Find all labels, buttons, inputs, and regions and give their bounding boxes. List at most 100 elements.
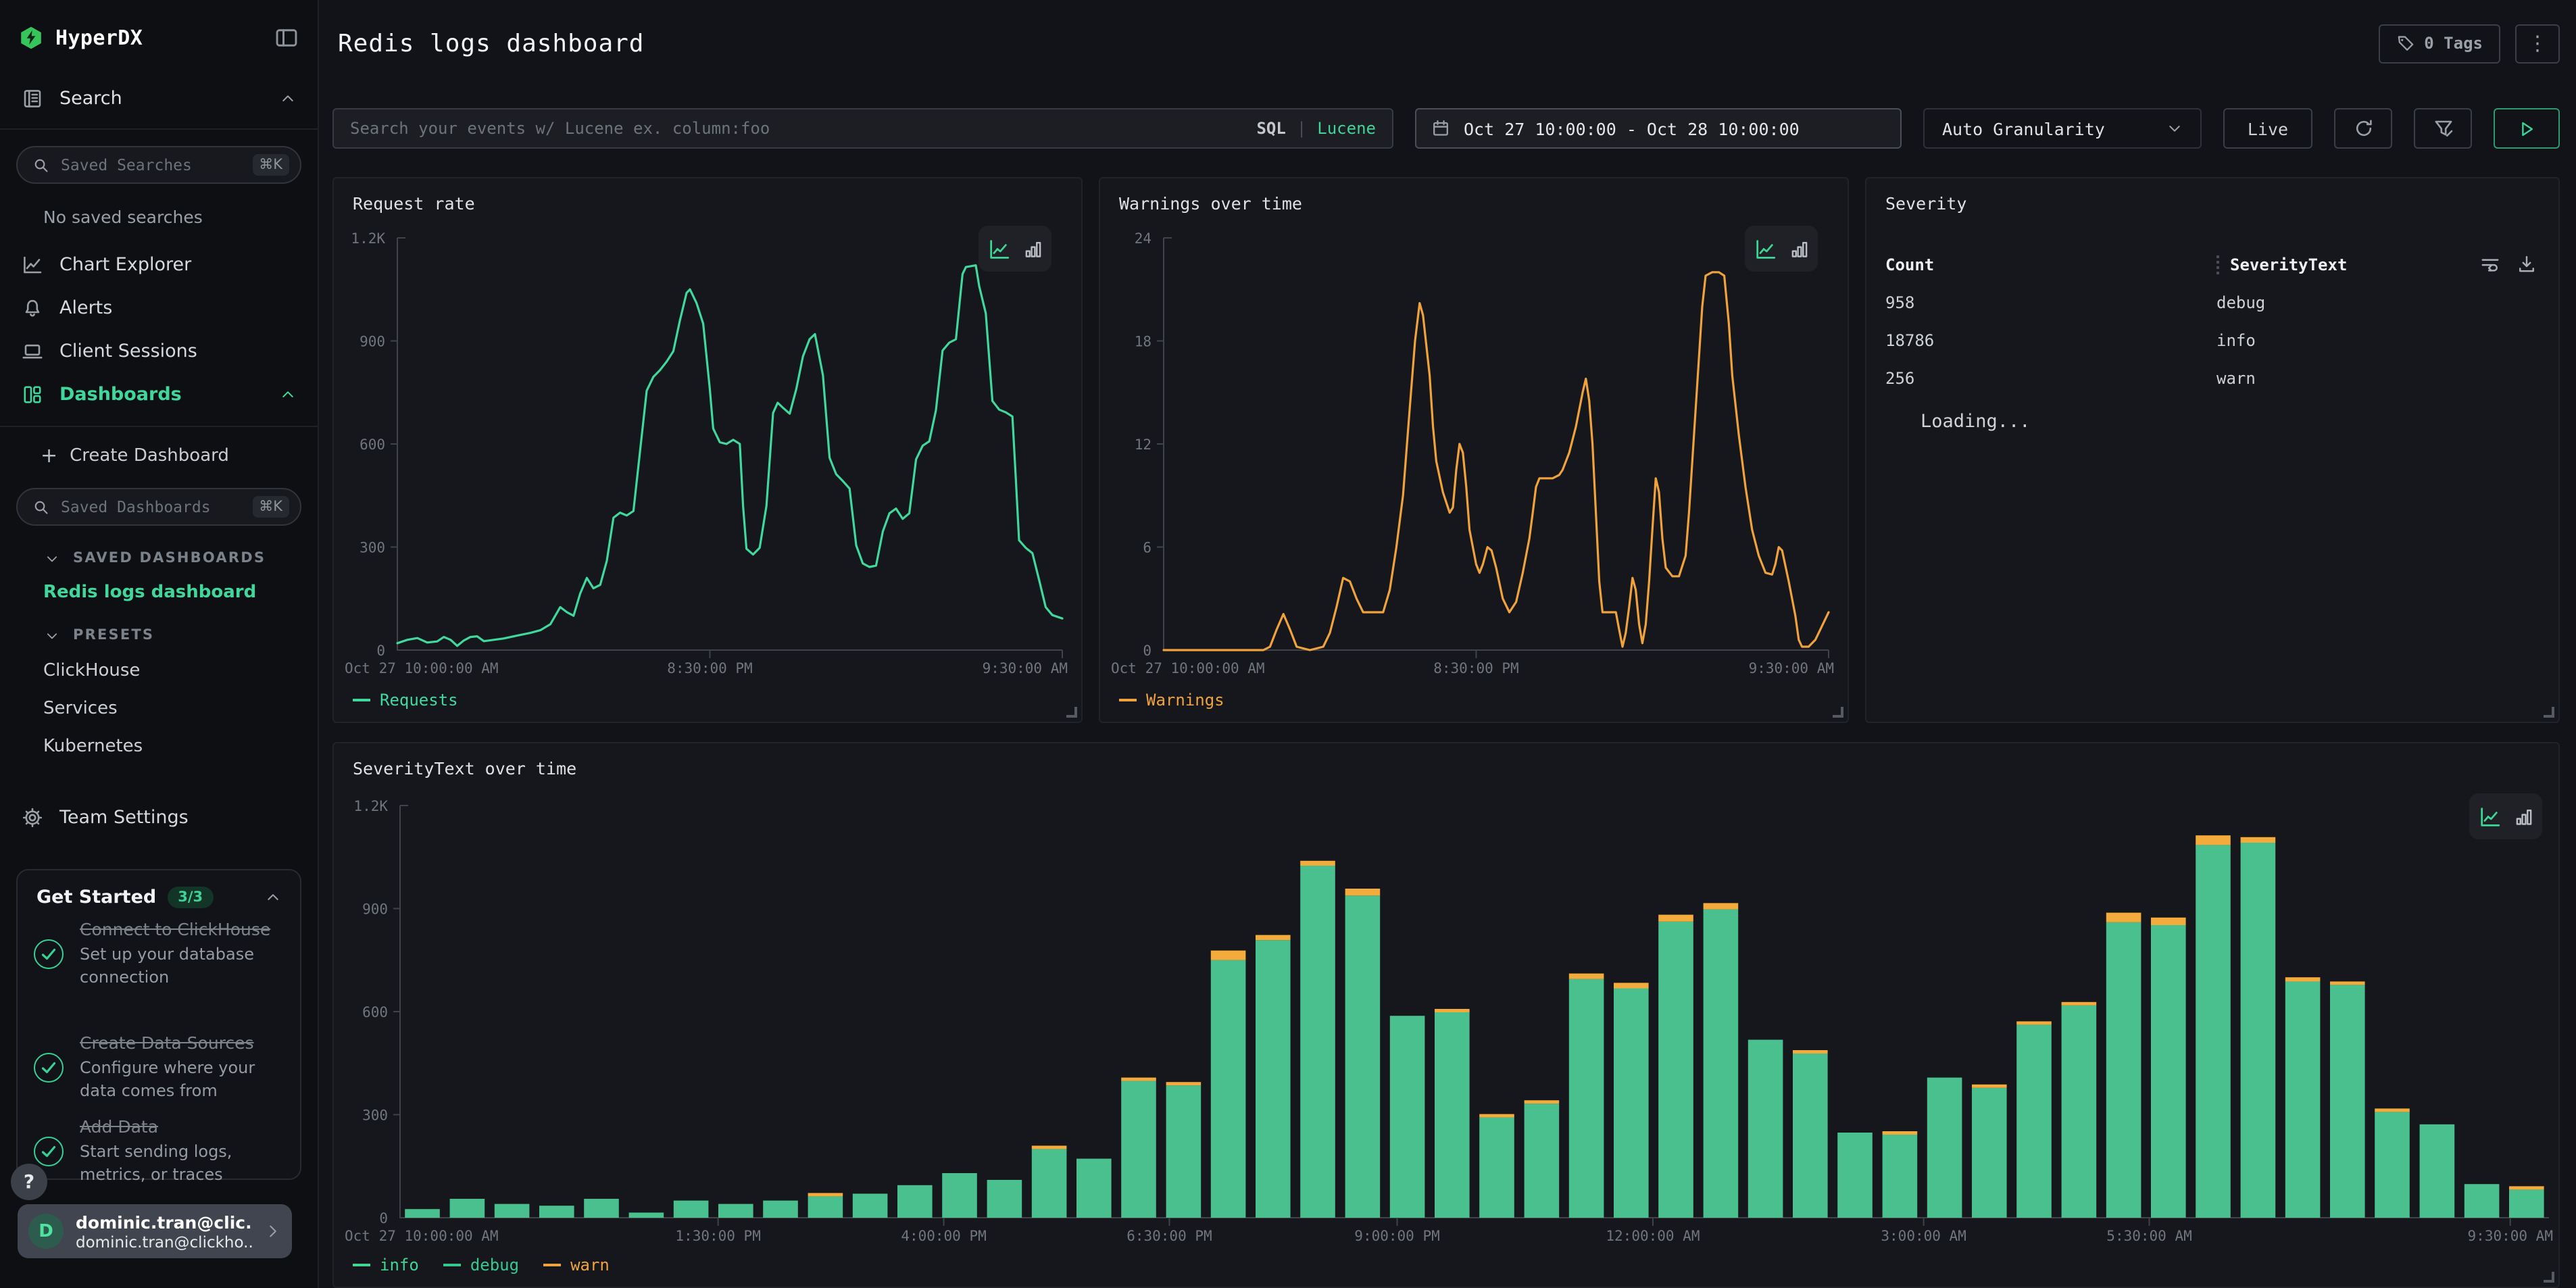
chart-type-toggle [2469,793,2542,839]
sidebar-item-services[interactable]: Services [43,699,318,719]
cell-severitytext: debug [2216,293,2265,312]
tag-icon [2396,34,2414,53]
presets-header[interactable]: PRESETS [45,627,318,643]
get-started-item[interactable]: Create Data SourcesConfigure where your … [34,1033,289,1102]
collapse-sidebar-icon[interactable] [274,26,299,50]
legend-item-debug[interactable]: debug [443,1256,519,1274]
sidebar-item-label: Client Sessions [59,341,296,362]
legend-dash [443,1264,461,1266]
sidebar-item-client-sessions[interactable]: Client Sessions [0,330,318,373]
chart-plot-area[interactable]: 1.2K9006003000Oct 27 10:00:00 AM1:30:00 … [334,743,2560,1284]
sidebar-item-team-settings[interactable]: Team Settings [0,797,318,838]
saved-dashboards-header[interactable]: SAVED DASHBOARDS [45,550,318,566]
tags-button[interactable]: 0 Tags [2378,24,2500,63]
sidebar-item-label: Chart Explorer [59,254,296,276]
loading-text: Loading... [1921,411,2031,432]
granularity-select[interactable]: Auto Granularity [1923,108,2202,149]
table-row[interactable]: 18786info [1885,331,2540,350]
chevron-down-icon [45,551,59,566]
sidebar: HyperDX Search Saved Searches ⌘K No save… [0,0,319,1288]
panel-warnings-over-time: Warnings over time24181260Oct 27 10:00:0… [1099,177,1849,723]
sidebar-item-alerts[interactable]: Alerts [0,287,318,330]
gear-icon [22,807,43,828]
line-chart-icon[interactable] [987,237,1010,260]
dashboard-menu-button[interactable]: ⋮ [2515,24,2560,63]
sidebar-item-clickhouse[interactable]: ClickHouse [43,661,318,681]
chevron-up-icon[interactable] [280,387,296,403]
wrap-text-icon[interactable] [2480,254,2500,274]
sidebar-item-redis-dashboard[interactable]: Redis logs dashboard [43,583,318,603]
chevron-up-icon[interactable] [265,889,281,906]
create-dashboard-button[interactable]: + Create Dashboard [41,439,318,472]
chevron-right-icon [265,1223,281,1239]
tags-label: 0 Tags [2424,34,2483,53]
legend-item-info[interactable]: info [353,1256,419,1274]
sidebar-item-chart-explorer[interactable]: Chart Explorer [0,243,318,287]
lucene-mode-toggle[interactable]: Lucene [1317,119,1376,138]
bar-chart-icon[interactable] [1022,239,1043,259]
legend-item-warnings[interactable]: Warnings [1119,691,1224,710]
get-started-item-text: Create Data SourcesConfigure where your … [80,1033,289,1102]
date-range-value: Oct 27 10:00:00 - Oct 28 10:00:00 [1464,118,1800,139]
team-settings-label: Team Settings [59,807,189,828]
svg-text:12:00:00 AM: 12:00:00 AM [1606,1228,1700,1244]
page-title: Redis logs dashboard [338,29,645,57]
legend-item-warn[interactable]: warn [543,1256,610,1274]
column-resize-handle[interactable] [2216,255,2219,274]
chevron-up-icon[interactable] [280,91,296,107]
chart-icon [22,254,43,276]
table-row[interactable]: 256warn [1885,369,2540,388]
search-icon [32,156,50,174]
event-search-input[interactable]: Search your events w/ Lucene ex. column:… [332,108,1393,149]
kbd-shortcut: ⌘K [252,154,289,176]
chart-title: Severity [1885,193,1966,214]
bar-chart-icon[interactable] [1789,239,1809,259]
play-icon [2517,118,2537,139]
get-started-item-title: Add Data [80,1116,289,1139]
get-started-item-text: Add DataStart sending logs, metrics, or … [80,1116,289,1186]
svg-text:6: 6 [1143,540,1151,556]
chevron-down-icon [2166,120,2183,137]
line-chart-icon[interactable] [2478,805,2501,828]
legend-label: info [380,1256,419,1274]
sidebar-item-label: Alerts [59,297,296,319]
line-chart-icon[interactable] [1754,237,1777,260]
sidebar-item-label: Dashboards [59,384,264,405]
saved-dashboards-header-label: SAVED DASHBOARDS [73,550,266,566]
refresh-button[interactable] [2334,108,2392,149]
svg-text:0: 0 [379,1210,388,1227]
brand-name: HyperDX [55,26,143,50]
live-button[interactable]: Live [2223,108,2312,149]
table-row[interactable]: 958debug [1885,293,2540,312]
column-header-severitytext[interactable]: SeverityText [2216,255,2483,274]
sidebar-item-search[interactable]: Search [0,80,318,118]
column-header-count[interactable]: Count [1885,255,2216,274]
sidebar-item-dashboards[interactable]: Dashboards [0,373,318,416]
svg-text:1.2K: 1.2K [351,230,385,247]
saved-dashboards-input[interactable]: Saved Dashboards ⌘K [16,488,301,526]
bar-chart-icon[interactable] [2513,806,2533,826]
chart-title: Warnings over time [1119,193,1302,214]
svg-text:3:00:00 AM: 3:00:00 AM [1881,1228,1966,1244]
legend-dash [543,1264,561,1266]
get-started-item-subtitle: Set up your database connection [80,943,289,989]
journal-icon [22,88,43,109]
chart-plot-area[interactable]: 24181260Oct 27 10:00:00 AM8:30:00 PM9:30… [1100,178,1848,692]
sidebar-item-kubernetes[interactable]: Kubernetes [43,737,318,757]
date-range-picker[interactable]: Oct 27 10:00:00 - Oct 28 10:00:00 [1415,108,1902,149]
help-button[interactable]: ? [11,1164,47,1200]
divider [0,426,318,427]
sql-mode-toggle[interactable]: SQL [1256,119,1285,138]
run-query-button[interactable] [2494,108,2560,149]
chart-plot-area[interactable]: 1.2K9006003000Oct 27 10:00:00 AM8:30:00 … [334,178,1081,692]
legend-label: warn [570,1256,610,1274]
legend-item-requests[interactable]: Requests [353,691,458,710]
get-started-item[interactable]: Connect to ClickHouseSet up your databas… [34,919,289,989]
get-started-item[interactable]: Add DataStart sending logs, metrics, or … [34,1116,289,1186]
filter-button[interactable] [2414,108,2472,149]
chart-legend: Requests [353,691,458,710]
divider [0,128,318,130]
saved-searches-input[interactable]: Saved Searches ⌘K [16,146,301,184]
user-menu[interactable]: D dominic.tran@clic... dominic.tran@clic… [18,1204,292,1258]
download-icon[interactable] [2517,254,2537,274]
